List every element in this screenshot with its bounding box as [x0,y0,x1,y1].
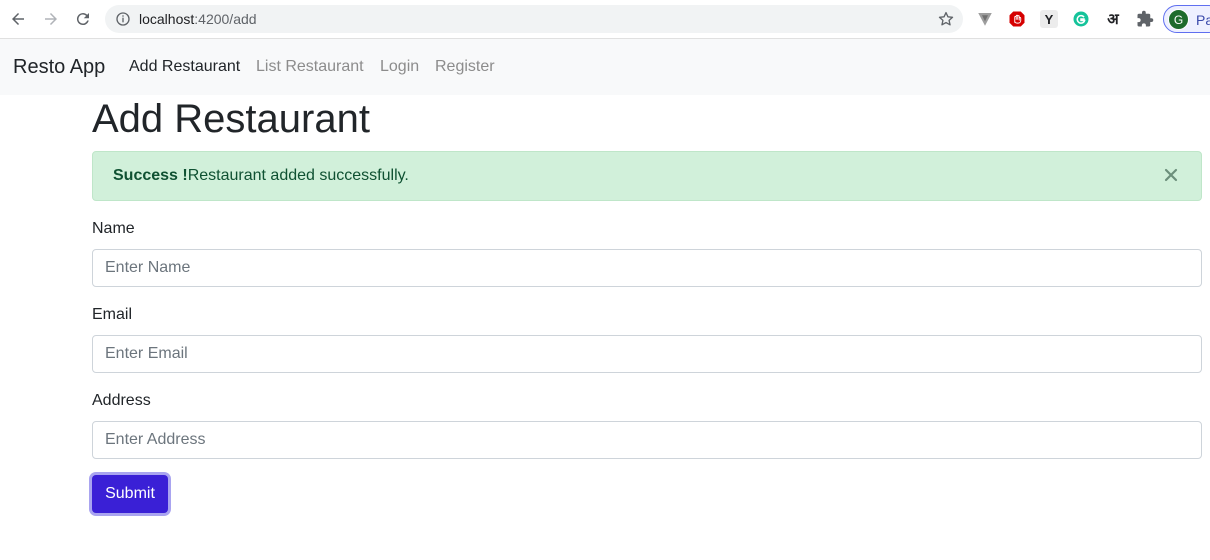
submit-button[interactable]: Submit [92,475,168,513]
nav-add-restaurant[interactable]: Add Restaurant [129,58,240,76]
grammarly-icon [1073,11,1089,27]
arrow-right-icon [45,13,57,25]
nav-list-restaurant[interactable]: List Restaurant [256,58,364,76]
hindi-input-extension[interactable]: अ [1104,10,1122,28]
adblock-extension[interactable] [1008,10,1026,28]
name-input[interactable] [92,249,1202,287]
close-icon[interactable] [1163,167,1179,183]
extensions-button[interactable] [1136,10,1154,28]
arrow-left-icon [12,13,24,25]
profile-button[interactable]: G Pa [1163,5,1210,33]
back-button[interactable] [7,8,29,30]
address-bar[interactable]: localhost:4200/add [105,5,963,33]
grammarly-extension[interactable] [1072,10,1090,28]
url-path: :4200/add [194,11,257,27]
alert-strong: Success ! [113,167,188,184]
brand-logo[interactable]: Resto App [13,56,105,79]
reload-icon [76,13,89,26]
alert-message: Success !Restaurant added successfully. [113,167,409,185]
url-text: localhost:4200/add [139,11,257,27]
avatar: G [1168,9,1189,30]
info-icon[interactable] [115,11,131,27]
vpn-icon [978,13,992,26]
name-label: Name [92,220,135,237]
vpn-extension[interactable] [976,10,994,28]
nav-login[interactable]: Login [380,58,419,76]
address-label: Address [92,392,151,409]
page-title: Add Restaurant [92,97,370,141]
url-host: localhost [139,11,195,27]
forward-button[interactable] [40,8,62,30]
app-navbar: Resto App Add Restaurant List Restaurant… [0,39,1210,95]
email-label: Email [92,306,133,323]
success-alert: Success !Restaurant added successfully. [92,151,1202,201]
adblock-icon [1009,11,1025,27]
reload-button[interactable] [72,8,94,30]
alert-body: Restaurant added successfully. [187,167,409,184]
star-icon[interactable] [937,10,955,28]
y-extension-icon: Y [1044,11,1054,27]
browser-toolbar: localhost:4200/add Y अ G Pa [0,0,1210,39]
nav-register[interactable]: Register [435,58,495,76]
y-extension[interactable]: Y [1040,10,1058,28]
profile-label: Pa [1196,12,1210,28]
hindi-input-icon: अ [1107,10,1119,28]
email-input[interactable] [92,335,1202,373]
extensions-puzzle-icon [1137,10,1154,27]
address-input[interactable] [92,421,1202,459]
